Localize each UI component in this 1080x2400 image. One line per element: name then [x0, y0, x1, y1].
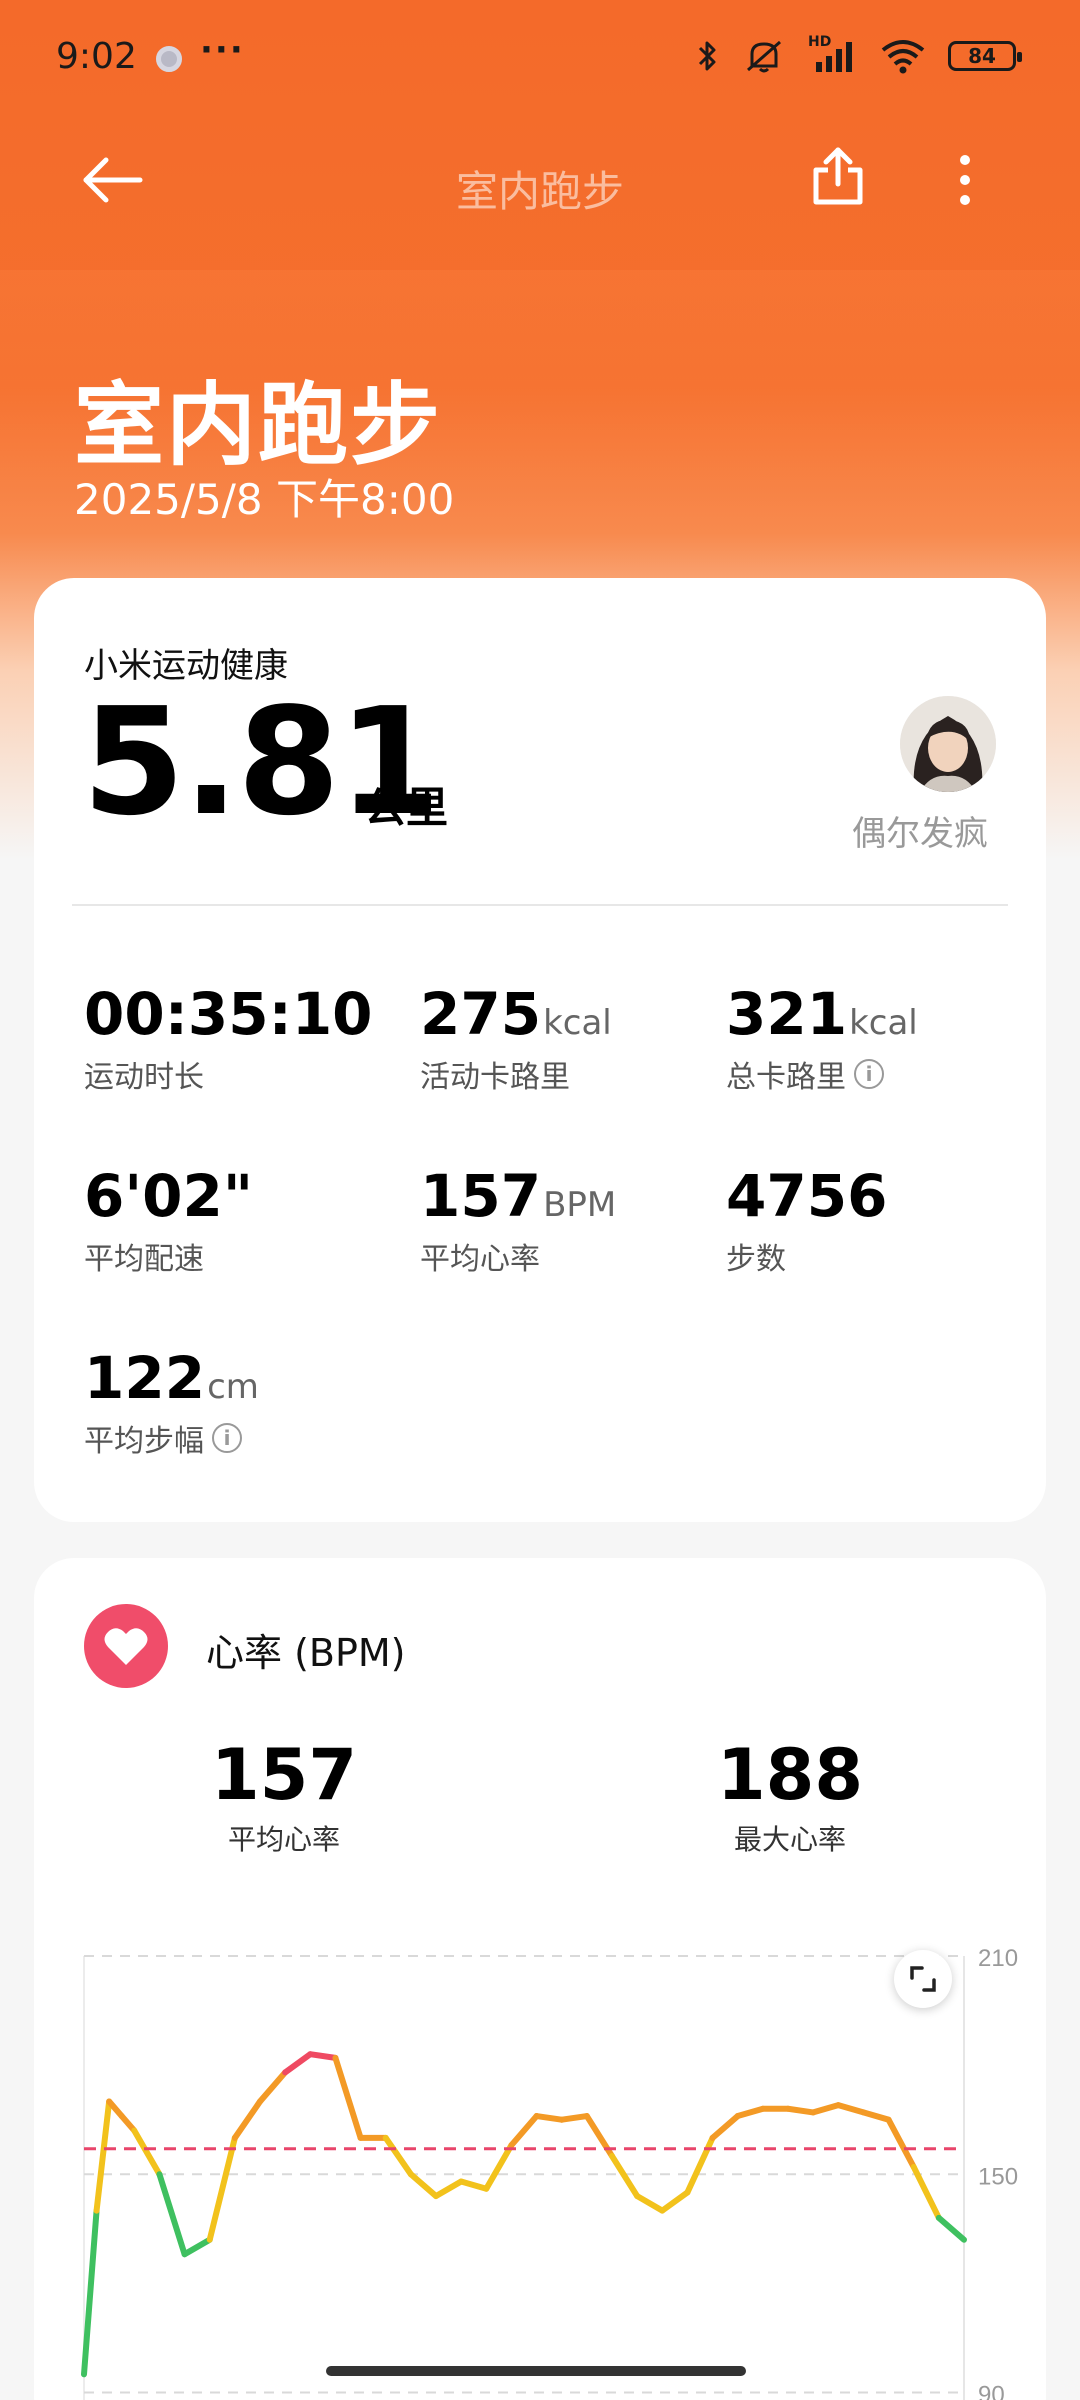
- heart-rate-line-segment: [734, 2105, 766, 2120]
- heart-rate-line-segment: [181, 2236, 213, 2258]
- avatar[interactable]: [900, 696, 996, 792]
- more-notifications-icon: ···: [200, 30, 245, 70]
- stat-label: 平均步幅: [84, 1424, 204, 1459]
- top-app-bar: 室内跑步: [0, 130, 1080, 230]
- stat-unit: kcal: [849, 1003, 918, 1043]
- stat-duration: 00:35:10 运动时长: [84, 980, 375, 1096]
- stat-avg-stride: 122cm 平均步幅 i: [84, 1344, 259, 1460]
- share-icon: [813, 147, 863, 205]
- info-icon[interactable]: i: [212, 1423, 242, 1453]
- expand-icon: [910, 1966, 936, 1992]
- heart-rate-line-segment: [81, 2207, 100, 2378]
- heart-rate-line-segment: [257, 2069, 289, 2105]
- heart-rate-line-segment: [131, 2127, 163, 2178]
- expand-chart-button[interactable]: [894, 1950, 952, 2008]
- heart-rate-line-segment: [558, 2113, 590, 2123]
- heart-rate-line-segment: [709, 2113, 741, 2141]
- bluetooth-icon: [698, 41, 716, 71]
- info-icon[interactable]: i: [854, 1059, 884, 1089]
- stat-label: 活动卡路里: [420, 1060, 570, 1095]
- cellular-signal-icon: HD: [808, 34, 858, 74]
- heart-rate-card: 心率 (BPM) 157 平均心率 188 最大心率 210 150 90: [34, 1558, 1046, 2400]
- heart-rate-line-segment: [407, 2171, 439, 2200]
- heart-rate-line-segment: [684, 2134, 716, 2196]
- stat-avg-heart-rate: 157BPM 平均心率: [420, 1162, 616, 1278]
- heart-rate-line-segment: [508, 2113, 540, 2149]
- stat-unit: kcal: [543, 1003, 612, 1043]
- stat-value: 6'02": [84, 1162, 254, 1230]
- stat-label: 平均心率: [420, 1242, 540, 1277]
- stat-value: 157: [420, 1162, 542, 1230]
- user-photo: [900, 696, 996, 792]
- stat-value: 321: [726, 980, 848, 1048]
- notification-icon: [156, 46, 182, 72]
- heart-rate-line-segment: [785, 2105, 817, 2116]
- heart-rate-line-segment: [206, 2134, 238, 2243]
- stat-avg-pace: 6'02" 平均配速: [84, 1162, 255, 1278]
- stat-label: 总卡路里: [726, 1060, 846, 1095]
- workout-title: 室内跑步: [74, 373, 442, 478]
- heart-rate-line-segment: [634, 2193, 666, 2214]
- y-tick-label: 150: [978, 2163, 1018, 2190]
- heart-rate-line-segment: [156, 2171, 188, 2258]
- stat-unit: cm: [207, 1367, 259, 1407]
- wifi-icon: [881, 40, 925, 74]
- divider: [72, 904, 1008, 906]
- distance-unit: 公里: [364, 783, 449, 832]
- heart-rate-line-segment: [885, 2116, 917, 2170]
- heart-rate-line-segment: [433, 2178, 465, 2200]
- page-title: 室内跑步: [455, 167, 624, 216]
- summary-card: 小米运动健康 5.81 公里 偶尔发疯 00:35:10 运动时长 275kca…: [34, 578, 1046, 1522]
- stat-total-calories: 321kcal 总卡路里 i: [726, 980, 918, 1096]
- heart-rate-line-segment: [332, 2054, 364, 2141]
- y-tick-label: 210: [978, 1945, 1018, 1972]
- heart-rate-line-segment: [810, 2102, 842, 2116]
- stat-label: 运动时长: [84, 1060, 204, 1095]
- stat-unit: BPM: [543, 1185, 617, 1225]
- heart-rate-line-segment: [307, 2051, 339, 2061]
- workout-date: 2025/5/8 下午8:00: [74, 475, 455, 524]
- home-indicator[interactable]: [326, 2366, 746, 2376]
- heart-rate-line-segment: [382, 2134, 414, 2178]
- stat-steps: 4756 步数: [726, 1162, 889, 1278]
- heart-rate-line-segment: [458, 2178, 490, 2192]
- heart-rate-line-segment: [231, 2098, 263, 2141]
- heart-rate-line-segment: [609, 2153, 641, 2200]
- stat-label: 平均配速: [84, 1242, 204, 1277]
- stat-value: 4756: [726, 1162, 888, 1230]
- heart-rate-line-segment: [93, 2098, 113, 2214]
- heart-rate-line-segment: [483, 2142, 515, 2192]
- battery-icon: 84: [948, 41, 1022, 71]
- heart-rate-line-segment: [835, 2102, 867, 2116]
- heart-rate-line-segment: [659, 2189, 691, 2214]
- share-button[interactable]: [810, 144, 866, 210]
- user-name: 偶尔发疯: [852, 814, 988, 854]
- stat-value: 00:35:10: [84, 980, 373, 1048]
- stat-active-calories: 275kcal 活动卡路里: [420, 980, 612, 1096]
- status-bar: 9:02 ··· HD 84: [0, 0, 1080, 120]
- heart-rate-line-segment: [935, 2214, 967, 2243]
- status-time: 9:02: [56, 36, 137, 77]
- heart-rate-line-segment: [282, 2051, 314, 2076]
- heart-rate-line-segment: [860, 2109, 892, 2123]
- heart-rate-line-segment: [533, 2113, 565, 2123]
- more-options-button[interactable]: [950, 150, 980, 210]
- y-tick-label: 90: [978, 2382, 1005, 2400]
- stat-value: 122: [84, 1344, 206, 1412]
- mute-icon: [747, 40, 781, 73]
- status-icons: HD 84: [696, 34, 1022, 74]
- stat-label: 步数: [726, 1242, 786, 1277]
- stat-value: 275: [420, 980, 542, 1048]
- more-vertical-icon: [960, 155, 970, 205]
